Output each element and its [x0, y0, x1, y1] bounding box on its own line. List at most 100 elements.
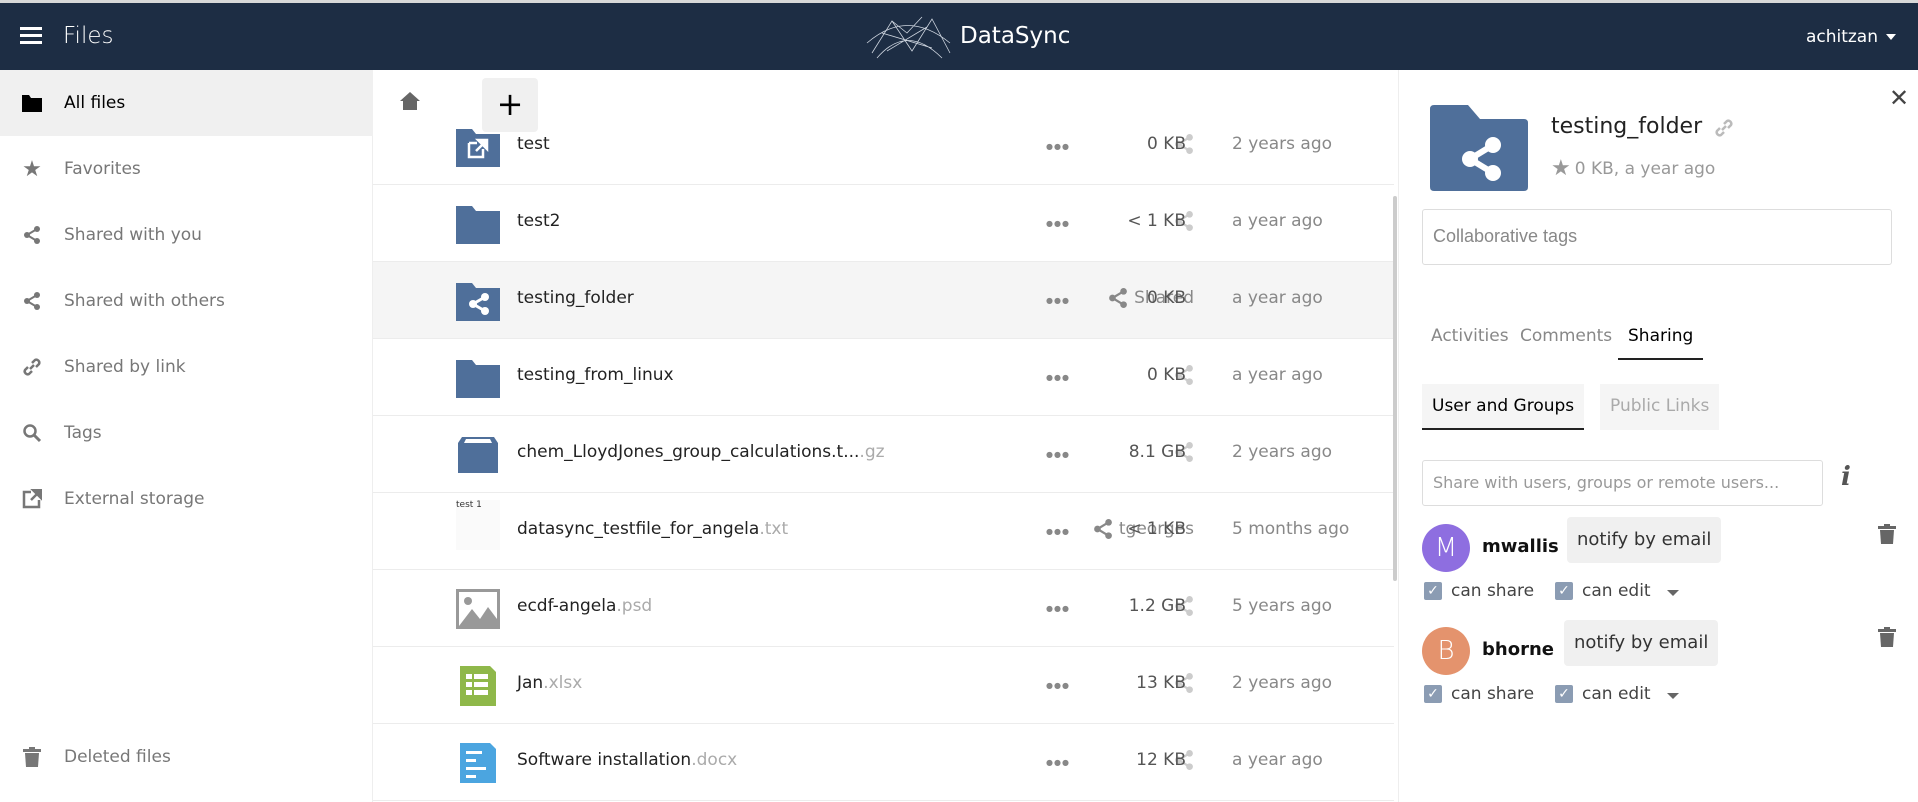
avatar: M [1422, 524, 1470, 572]
favorite-star-icon[interactable]: ★ [1551, 156, 1571, 181]
sidebar-item-deleted-files[interactable]: Deleted files [0, 724, 373, 790]
checkbox-checked-icon: ✓ [1424, 685, 1442, 703]
external-icon [20, 487, 44, 511]
folder-icon [456, 204, 500, 244]
file-row[interactable]: Jan.xlsx ●●● 13 KB 2 years ago [373, 647, 1394, 724]
info-icon[interactable]: i [1841, 462, 1851, 492]
can-share-checkbox[interactable]: ✓ can share [1424, 684, 1534, 704]
share-entry: B bhorne notify by email ✓ can share ✓ can… [1422, 620, 1912, 727]
star-icon: ★ [22, 156, 42, 182]
file-size: 8.1 GB [1128, 442, 1186, 462]
share-icon [20, 289, 44, 313]
tab-activities[interactable]: Activities [1431, 326, 1509, 346]
file-size: < 1 KB [1127, 211, 1186, 231]
more-actions-icon[interactable]: ●●● [1046, 604, 1070, 613]
file-modified: 2 years ago [1232, 673, 1333, 693]
caret-down-icon [1886, 34, 1896, 40]
file-row[interactable]: ecdf-angela.psd ●●● 1.2 GB 5 years ago [373, 570, 1394, 647]
more-actions-icon[interactable]: ●●● [1046, 681, 1070, 690]
share-username: mwallis [1482, 536, 1559, 557]
shared-folder-icon [1430, 105, 1528, 191]
checkbox-checked-icon: ✓ [1424, 582, 1442, 600]
details-meta: 0 KB, a year ago [1574, 158, 1716, 179]
file-modified: 2 years ago [1232, 442, 1333, 462]
file-row[interactable]: test ●●● 0 KB 2 years ago [373, 108, 1394, 185]
sidebar-item-shared-with-others[interactable]: Shared with others [0, 268, 373, 334]
file-name[interactable]: Jan.xlsx [517, 673, 582, 693]
file-name[interactable]: ecdf-angela.psd [517, 596, 652, 616]
link-icon[interactable] [1714, 118, 1734, 138]
file-row[interactable]: Software installation.docx ●●● 12 KB a y… [373, 724, 1394, 801]
trash-icon[interactable] [1878, 524, 1896, 548]
file-name[interactable]: test2 [517, 211, 560, 231]
can-share-checkbox[interactable]: ✓ can share [1424, 581, 1534, 601]
sidebar-item-label: Favorites [64, 159, 141, 179]
file-size: 13 KB [1136, 673, 1186, 693]
file-name[interactable]: testing_from_linux [517, 365, 674, 385]
archive-icon [456, 435, 500, 475]
tab-comments[interactable]: Comments [1520, 326, 1612, 346]
collaborative-tags-input[interactable]: Collaborative tags [1422, 209, 1892, 265]
permissions-dropdown-icon[interactable] [1667, 693, 1679, 699]
file-size: 1.2 GB [1128, 596, 1186, 616]
more-actions-icon[interactable]: ●●● [1046, 373, 1070, 382]
user-menu[interactable]: achitzan [1806, 27, 1896, 47]
file-modified: a year ago [1232, 211, 1323, 231]
more-actions-icon[interactable]: ●●● [1046, 142, 1070, 151]
more-actions-icon[interactable]: ●●● [1046, 758, 1070, 767]
sidebar-item-tags[interactable]: Tags [0, 400, 373, 466]
more-actions-icon[interactable]: ●●● [1046, 296, 1070, 305]
can-edit-checkbox[interactable]: ✓ can edit [1555, 581, 1651, 601]
file-name[interactable]: test [517, 134, 550, 154]
permissions-dropdown-icon[interactable] [1667, 590, 1679, 596]
share-with-input[interactable]: Share with users, groups or remote users… [1422, 460, 1823, 506]
file-name[interactable]: datasync_testfile_for_angela.txt [517, 519, 788, 539]
share-icon [1093, 519, 1112, 539]
username: achitzan [1805, 27, 1878, 47]
notify-by-email-button[interactable]: notify by email [1564, 620, 1719, 666]
close-icon[interactable]: ✕ [1889, 84, 1909, 112]
sidebar-item-shared-with-you[interactable]: Shared with you [0, 202, 373, 268]
sidebar-item-shared-by-link[interactable]: Shared by link [0, 334, 373, 400]
menu-icon[interactable] [20, 27, 42, 45]
subtab-user-and-groups[interactable]: User and Groups [1422, 384, 1585, 430]
file-basename: Software installation [517, 750, 692, 770]
file-name[interactable]: chem_LloydJones_group_calculations.t....… [517, 442, 885, 462]
checkbox-checked-icon: ✓ [1555, 582, 1573, 600]
trash-icon[interactable] [1878, 627, 1896, 651]
document-icon [456, 743, 500, 783]
more-actions-icon[interactable]: ●●● [1046, 450, 1070, 459]
sidebar-item-favorites[interactable]: ★ Favorites [0, 136, 373, 202]
notify-by-email-button[interactable]: notify by email [1567, 517, 1722, 563]
brand-name: DataSync [960, 23, 1071, 49]
file-row[interactable]: testing_folder Shared ●●● 0 KB a year ago [373, 262, 1394, 339]
file-extension: .xlsx [543, 673, 583, 693]
more-actions-icon[interactable]: ●●● [1046, 219, 1070, 228]
file-modified: 2 years ago [1232, 134, 1333, 154]
tab-sharing[interactable]: Sharing [1618, 326, 1704, 360]
file-name[interactable]: Software installation.docx [517, 750, 737, 770]
can-edit-label: can edit [1582, 684, 1651, 704]
file-row[interactable]: test2 ●●● < 1 KB a year ago [373, 185, 1394, 262]
subtab-public-links[interactable]: Public Links [1600, 384, 1720, 430]
image-icon [456, 589, 500, 629]
folder-icon [456, 358, 500, 398]
file-row[interactable]: chem_LloydJones_group_calculations.t....… [373, 416, 1394, 493]
external-folder-icon [456, 127, 500, 167]
file-row[interactable]: testing_from_linux ●●● 0 KB a year ago [373, 339, 1394, 416]
more-actions-icon[interactable]: ●●● [1046, 527, 1070, 536]
file-row[interactable]: test 1 datasync_testfile_for_angela.txt … [373, 493, 1394, 570]
sidebar-item-external-storage[interactable]: External storage [0, 466, 373, 532]
sidebar-item-label: Deleted files [64, 747, 171, 767]
file-size: < 1 KB [1127, 519, 1186, 539]
can-edit-checkbox[interactable]: ✓ can edit [1555, 684, 1651, 704]
text-preview-icon: test 1 [456, 500, 500, 552]
file-extension: .gz [859, 442, 885, 462]
file-basename: chem_LloydJones_group_calculations.t... [517, 442, 860, 462]
file-name[interactable]: testing_folder [517, 288, 634, 308]
file-size: 0 KB [1146, 134, 1186, 154]
spreadsheet-icon [456, 666, 500, 706]
scrollbar[interactable] [1393, 196, 1397, 581]
sidebar-item-all-files[interactable]: All files [0, 70, 373, 136]
share-icon [1109, 288, 1128, 308]
